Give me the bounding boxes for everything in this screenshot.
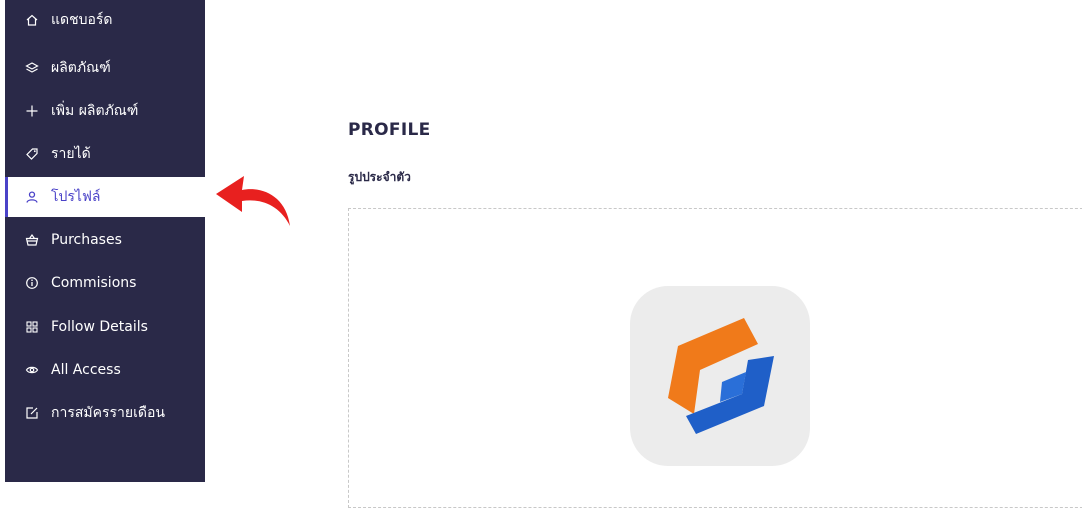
sidebar-item-dashboard[interactable]: แดชบอร์ด — [5, 0, 205, 40]
sidebar-item-label: Commisions — [51, 275, 137, 291]
layers-icon — [25, 61, 39, 75]
sidebar-item-add-product[interactable]: เพิ่ม ผลิตภัณฑ์ — [5, 91, 205, 131]
plus-icon — [25, 104, 39, 118]
avatar-section-label: รูปประจำตัว — [348, 170, 411, 184]
tag-icon — [25, 147, 39, 161]
sidebar-item-label: All Access — [51, 362, 121, 378]
sidebar-item-profile[interactable]: โปรไฟล์ — [5, 177, 205, 217]
sidebar-item-all-access[interactable]: All Access — [5, 350, 205, 390]
user-icon — [25, 190, 39, 204]
sidebar-item-purchases[interactable]: Purchases — [5, 220, 205, 260]
sidebar-item-label: Purchases — [51, 232, 122, 248]
basket-icon — [25, 233, 39, 247]
brand-logo-icon — [668, 318, 774, 434]
page-title: PROFILE — [348, 120, 431, 140]
edit-icon — [25, 406, 39, 420]
sidebar-item-monthly-subscription[interactable]: การสมัครรายเดือน — [5, 393, 205, 433]
sidebar-item-label: เพิ่ม ผลิตภัณฑ์ — [51, 103, 139, 119]
sidebar-item-revenue[interactable]: รายได้ — [5, 134, 205, 174]
sidebar-item-label: ผลิตภัณฑ์ — [51, 60, 111, 76]
sidebar-item-label: โปรไฟล์ — [51, 189, 101, 205]
sidebar-item-label: รายได้ — [51, 146, 91, 162]
sidebar-item-follow-details[interactable]: Follow Details — [5, 307, 205, 347]
info-icon — [25, 276, 39, 290]
sidebar-item-commissions[interactable]: Commisions — [5, 263, 205, 303]
sidebar-item-label: แดชบอร์ด — [51, 12, 113, 28]
sidebar-item-label: การสมัครรายเดือน — [51, 405, 165, 421]
sidebar-item-products[interactable]: ผลิตภัณฑ์ — [5, 48, 205, 88]
eye-icon — [25, 363, 39, 377]
home-icon — [25, 13, 39, 27]
sidebar-item-label: Follow Details — [51, 319, 148, 335]
grid-icon — [25, 320, 39, 334]
sidebar: แดชบอร์ด ผลิตภัณฑ์ เพิ่ม ผลิตภัณฑ์ รายได… — [5, 0, 205, 482]
avatar[interactable] — [630, 286, 810, 466]
red-arrow-icon — [216, 176, 290, 226]
